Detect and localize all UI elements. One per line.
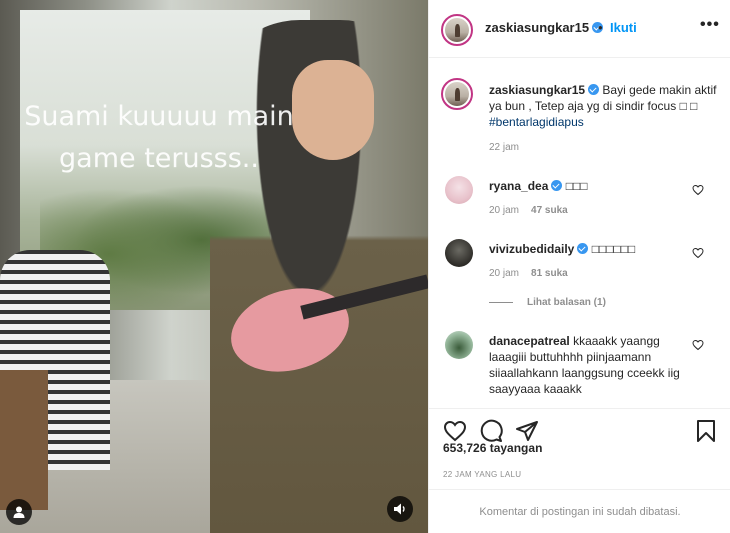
- follow-button[interactable]: Ikuti: [610, 20, 637, 35]
- caption-username[interactable]: zaskiasungkar15: [489, 83, 585, 97]
- author-username-container[interactable]: zaskiasungkar15: [485, 20, 604, 35]
- user-icon: [13, 506, 25, 518]
- comment-body: □□□□□□: [591, 242, 636, 256]
- post-timestamp[interactable]: 22 JAM YANG LALU: [443, 470, 521, 479]
- comments-section: zaskiasungkar15 Bayi gede makin aktif ya…: [429, 58, 730, 408]
- header-separator: •: [598, 20, 603, 35]
- commenter-avatar[interactable]: [445, 239, 473, 267]
- commenter-username[interactable]: danacepatreal: [489, 334, 570, 348]
- author-avatar[interactable]: [441, 14, 473, 46]
- post-details-panel: zaskiasungkar15 • Ikuti ••• zaskiasungka…: [428, 0, 730, 533]
- like-comment-heart-icon[interactable]: [692, 247, 704, 259]
- comment-meta: 20 jam 47 suka: [489, 205, 580, 216]
- caption-emoji: □ □: [676, 99, 698, 113]
- comment-likes[interactable]: 81 suka: [531, 268, 568, 279]
- post-actions-bar: [429, 408, 730, 468]
- like-comment-heart-icon[interactable]: [692, 339, 704, 351]
- verified-badge-icon: [551, 180, 563, 191]
- caption-text: zaskiasungkar15 Bayi gede makin aktif ya…: [489, 82, 719, 130]
- tagged-people-button[interactable]: [6, 499, 32, 525]
- overlay-line-1: Suami kuuuuu main: [24, 101, 294, 132]
- speaker-icon: [394, 503, 405, 515]
- comment-likes[interactable]: 47 suka: [531, 205, 568, 216]
- view-replies-link[interactable]: Lihat balasan (1): [489, 297, 606, 308]
- share-paper-plane-icon[interactable]: [515, 419, 539, 443]
- commenter-avatar[interactable]: [445, 176, 473, 204]
- commenter-username[interactable]: ryana_dea: [489, 179, 548, 193]
- overlay-line-2: game terusss..: [59, 143, 259, 174]
- caption-meta: 22 jam: [489, 142, 531, 153]
- shelf-figure: [0, 370, 48, 510]
- comment-bubble-icon[interactable]: [479, 419, 503, 443]
- author-username[interactable]: zaskiasungkar15: [485, 20, 589, 35]
- comment-text: ryana_dea □□□: [489, 178, 689, 194]
- like-comment-heart-icon[interactable]: [692, 184, 704, 196]
- comment-text: vivizubedidaily □□□□□□: [489, 241, 689, 257]
- comment-meta: 20 jam 81 suka: [489, 268, 580, 279]
- caption-time[interactable]: 22 jam: [489, 142, 519, 153]
- commenter-avatar[interactable]: [445, 331, 473, 359]
- instagram-post: Suami kuuuuu main game terusss.. zaskias…: [0, 0, 730, 533]
- more-options-icon[interactable]: •••: [700, 16, 720, 34]
- caption-author-avatar[interactable]: [441, 78, 473, 110]
- commenter-username[interactable]: vivizubedidaily: [489, 242, 574, 256]
- comments-limited-notice: Komentar di postingan ini sudah dibatasi…: [429, 489, 730, 533]
- comment-time[interactable]: 20 jam: [489, 205, 519, 216]
- like-heart-icon[interactable]: [443, 419, 467, 443]
- verified-badge-icon: [588, 84, 600, 95]
- bookmark-icon[interactable]: [695, 419, 717, 443]
- post-header: zaskiasungkar15 • Ikuti •••: [429, 0, 730, 58]
- comment-time[interactable]: 20 jam: [489, 268, 519, 279]
- verified-badge-icon: [577, 243, 589, 254]
- view-count[interactable]: 653,726 tayangan: [443, 441, 542, 455]
- comment-text: danacepatreal kkaaakk yaangg laaagiii bu…: [489, 333, 689, 397]
- video-overlay-text: Suami kuuuuu main game terusss..: [0, 96, 318, 180]
- comment-body: □□□: [565, 179, 588, 193]
- caption-hashtag[interactable]: #bentarlagidiapus: [489, 115, 584, 129]
- post-video[interactable]: Suami kuuuuu main game terusss..: [0, 0, 428, 533]
- sound-toggle-button[interactable]: [387, 496, 413, 522]
